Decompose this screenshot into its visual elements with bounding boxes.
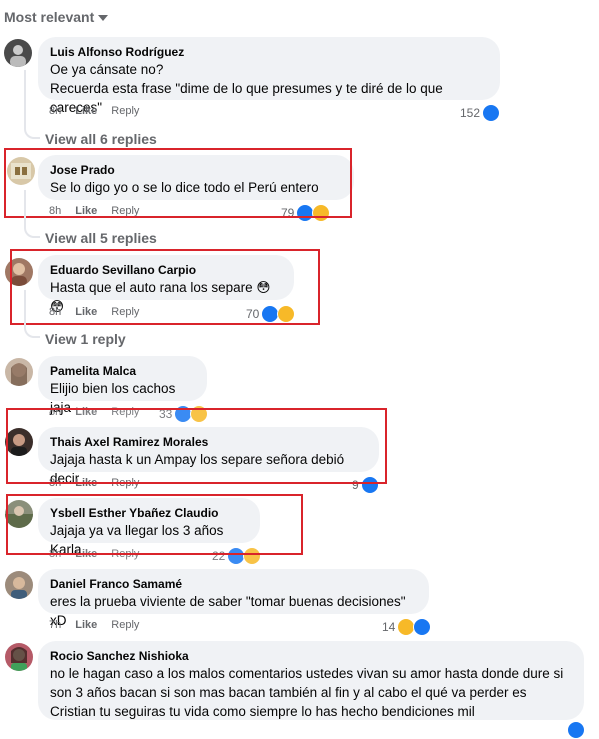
avatar[interactable] [4,39,32,67]
comment-author[interactable]: Pamelita Malca [50,363,195,379]
like-reaction-icon [482,104,501,122]
reaction-number: 152 [460,106,481,120]
comment-time[interactable]: 8h [49,105,61,117]
like-reaction-icon [567,721,585,739]
chevron-down-icon [98,15,109,21]
reply-button[interactable]: Reply [111,105,139,117]
like-reaction-icon [413,618,432,636]
comment-actions: 7h Like Reply [49,619,139,631]
view-replies-button[interactable]: View 1 reply [45,331,126,347]
highlight-box [10,249,320,325]
comment-text: no le hagan caso a los malos comentarios… [50,666,564,719]
sort-dropdown[interactable]: Most relevant [4,9,109,25]
view-replies-button[interactable]: View all 6 replies [45,131,157,147]
comment-actions: 8h Like Reply [49,105,139,117]
reply-button[interactable]: Reply [111,619,139,631]
comment-author[interactable]: Rocio Sanchez Nishioka [50,648,572,664]
avatar[interactable] [5,571,33,599]
highlight-box [4,148,352,218]
comment-bubble: Luis Alfonso Rodríguez Oe ya cánsate no?… [38,37,500,115]
avatar[interactable] [5,643,33,671]
sort-label: Most relevant [4,9,95,25]
view-replies-button[interactable]: View all 5 replies [45,230,157,246]
highlight-box [6,408,387,484]
comment-bubble: Rocio Sanchez Nishioka no le hagan caso … [38,641,584,720]
comment-bubble: Daniel Franco Samamé eres la prueba vivi… [38,569,429,628]
highlight-box [6,494,303,555]
comment-author[interactable]: Daniel Franco Samamé [50,576,417,592]
comment-author[interactable]: Luis Alfonso Rodríguez [50,44,488,60]
reaction-number: 14 [382,620,396,634]
like-button[interactable]: Like [75,619,97,631]
reaction-count[interactable]: 14 [382,618,432,636]
thread-line [24,290,40,338]
avatar[interactable] [5,358,33,386]
like-button[interactable]: Like [75,105,97,117]
thread-line [24,70,40,139]
reaction-count[interactable] [567,721,585,739]
comment-time[interactable]: 7h [49,619,61,631]
reaction-count[interactable]: 152 [460,104,501,122]
comment-bubble: Pamelita Malca Elijio bien los cachos ja… [38,356,207,415]
thread-line [24,190,40,238]
